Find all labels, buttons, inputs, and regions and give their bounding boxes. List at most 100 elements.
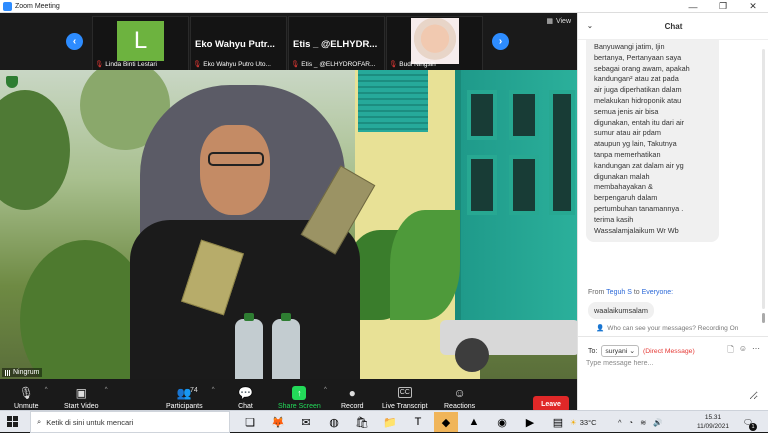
live-transcript-button[interactable]: CC Live Transcript [382, 385, 428, 410]
to-label: To: [588, 347, 598, 355]
unmute-button[interactable]: 🎙 Unmute ^ [14, 385, 48, 410]
store-icon[interactable]: 🛍 [350, 412, 374, 432]
weather-widget[interactable]: ☀ 33°C [570, 411, 597, 433]
encryption-shield-icon[interactable] [6, 76, 18, 88]
reactions-button[interactable]: ☺ Reactions [444, 385, 475, 410]
signal-bars-icon [5, 369, 11, 376]
chevron-right-icon[interactable]: › [492, 33, 509, 50]
person-icon: 👤 [596, 325, 605, 332]
participant-name: Etis _ @ELHYDROFAR... [301, 60, 376, 68]
more-icon[interactable]: ⋯ [752, 344, 760, 358]
chat-header: ⌄ Chat [578, 13, 768, 40]
mic-muted-icon: 🎙 [193, 61, 202, 68]
mail-icon[interactable]: ✉ [294, 412, 318, 432]
notification-icon[interactable]: 🗨 1 [740, 415, 757, 431]
mic-muted-icon: 🎙 [291, 61, 300, 68]
microphone-muted-icon: 🎙 [18, 386, 34, 400]
participant-display-name: Eko Wahyu Putr... [195, 39, 275, 50]
chat-scrollbar[interactable] [762, 49, 765, 323]
zoom-logo-icon [3, 1, 12, 11]
app-icon[interactable]: ▤ [546, 412, 570, 432]
file-icon[interactable]: 🗋 [727, 344, 733, 358]
video-off-icon: ▣ [75, 386, 87, 400]
participant-thumbnail[interactable]: 🎙 Budi Ningsih [386, 16, 483, 71]
chat-panel: ⌄ Chat Banyuwangi jatim, Ijin bertanya, … [577, 13, 768, 410]
record-button[interactable]: ● Record [341, 385, 364, 410]
chat-message-input[interactable] [586, 360, 758, 400]
wifi-icon[interactable]: ≋ [640, 418, 646, 427]
grid-icon: ▦ [546, 18, 553, 25]
search-icon: ⌕ [37, 417, 42, 426]
close-button[interactable]: ✕ [740, 0, 766, 13]
teams-icon[interactable]: T [406, 412, 430, 432]
who-can-see-link[interactable]: 👤 Who can see your messages? Recording O… [596, 324, 738, 333]
windows-start-icon[interactable] [7, 416, 18, 427]
zoom-window: Zoom Meeting — ❐ ✕ ‹ L 🎙 Linda Binti Lest… [0, 0, 768, 433]
minimize-button[interactable]: — [680, 0, 706, 13]
participant-display-name: Etis _ @ELHYDR... [293, 39, 378, 50]
record-icon: ● [348, 386, 356, 400]
participant-name: Budi Ningsih [399, 60, 436, 68]
active-speaker-video: Ningrum [0, 70, 577, 379]
app-icon[interactable]: ◆ [434, 412, 458, 432]
share-screen-icon: ↑ [292, 386, 307, 400]
recipient-row: To: suryani ⌄ (Direct Message) 🗋 ☺ ⋯ [588, 344, 760, 358]
share-screen-button[interactable]: ↑ Share Screen ^ [278, 385, 327, 410]
chat-button[interactable]: 💬 Chat [238, 385, 253, 410]
chat-icon: 💬 [238, 386, 253, 400]
chevron-down-icon: ⌄ [629, 348, 635, 355]
system-clock[interactable]: 15.31 11/09/2021 [690, 413, 736, 431]
participant-video [411, 18, 459, 64]
taskbar-search-box[interactable]: ⌕ Ketik di sini untuk mencari [30, 411, 230, 433]
closed-caption-icon: CC [397, 387, 412, 398]
network-icon[interactable]: ◔ [629, 418, 634, 427]
participant-thumbnail[interactable]: Etis _ @ELHYDR... 🎙 Etis _ @ELHYDROFAR... [288, 16, 385, 71]
participant-name: Linda Binti Lestari [105, 60, 157, 68]
sun-icon: ☀ [570, 417, 577, 427]
participants-button[interactable]: 👥 74 Participants ^ [166, 385, 215, 410]
task-view-icon[interactable]: ❏ [238, 412, 262, 432]
view-button[interactable]: ▦ View [546, 17, 571, 26]
app-icon[interactable]: ▲ [462, 412, 486, 432]
chat-message: Banyuwangi jatim, Ijin bertanya, Pertany… [586, 40, 719, 243]
caret-up-icon[interactable]: ^ [45, 387, 48, 393]
chevron-down-icon[interactable]: ⌄ [587, 22, 593, 30]
recipient-name[interactable]: Everyone: [642, 289, 674, 296]
participant-name: Eko Wahyu Putro Uto... [203, 60, 271, 68]
direct-message-label: (Direct Message) [642, 347, 695, 355]
taskbar: ⌕ Ketik di sini untuk mencari ❏ 🦊 ✉ ◍ 🛍 … [0, 410, 768, 433]
chevron-up-icon[interactable]: ^ [618, 418, 622, 427]
edge-icon[interactable]: ◍ [322, 412, 346, 432]
meeting-area: ‹ L 🎙 Linda Binti Lestari Eko Wahyu Putr.… [0, 13, 577, 423]
recipient-select[interactable]: suryani ⌄ [601, 345, 639, 357]
volume-icon[interactable]: 🔊 [653, 418, 662, 427]
participants-count: 74 [190, 387, 198, 394]
sender-name[interactable]: Teguh S [606, 289, 632, 296]
file-explorer-icon[interactable]: 📁 [378, 412, 402, 432]
participant-thumbnail[interactable]: L 🎙 Linda Binti Lestari [92, 16, 189, 71]
avatar: L [117, 21, 164, 61]
temperature: 33°C [579, 417, 597, 427]
caret-up-icon[interactable]: ^ [324, 387, 327, 393]
firefox-icon[interactable]: 🦊 [266, 412, 290, 432]
maximize-button[interactable]: ❐ [710, 0, 736, 13]
zoom-app-icon[interactable]: ▶ [518, 412, 542, 432]
emoji-icon[interactable]: ☺ [739, 344, 747, 358]
caret-up-icon[interactable]: ^ [212, 387, 215, 393]
start-video-button[interactable]: ▣ Start Video ^ [64, 385, 108, 410]
caret-up-icon[interactable]: ^ [105, 387, 108, 393]
notification-count: 1 [749, 423, 757, 431]
participant-thumbnail[interactable]: Eko Wahyu Putr... 🎙 Eko Wahyu Putro Uto..… [190, 16, 287, 71]
view-label: View [555, 17, 571, 25]
chat-message: waalaikumsalam [588, 302, 654, 319]
mic-muted-icon: 🎙 [95, 61, 104, 68]
window-title: Zoom Meeting [15, 2, 60, 10]
message-sender-line: From Teguh S to Everyone: [588, 289, 674, 296]
speaker-name-tag: Ningrum [2, 368, 43, 377]
title-bar: Zoom Meeting — ❐ ✕ [0, 0, 768, 13]
thumbnail-strip: ‹ L 🎙 Linda Binti Lestari Eko Wahyu Putr.… [0, 13, 577, 71]
whatsapp-icon[interactable]: ◉ [490, 412, 514, 432]
chevron-left-icon[interactable]: ‹ [66, 33, 83, 50]
chat-title: Chat [664, 21, 683, 31]
mic-muted-icon: 🎙 [389, 61, 398, 68]
